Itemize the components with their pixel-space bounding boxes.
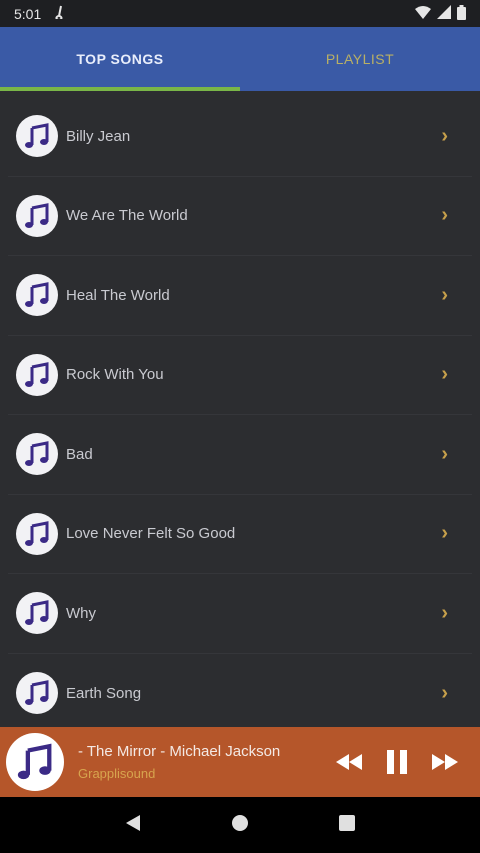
music-note-icon <box>16 274 58 317</box>
rewind-icon[interactable] <box>334 747 364 777</box>
song-list: Billy Jean › We Are The World › Heal The… <box>0 91 480 727</box>
system-nav-bar <box>0 797 480 853</box>
clock: 5:01 <box>14 5 42 22</box>
tab-playlist-label: PLAYLIST <box>325 51 395 67</box>
back-nav-icon[interactable] <box>124 813 142 838</box>
now-playing-bar[interactable]: - The Mirror - Michael Jackson Grappliso… <box>0 727 480 797</box>
song-title: Billy Jean <box>66 127 131 145</box>
song-title: We Are The World <box>66 207 188 225</box>
chevron-right-icon: › <box>441 124 448 147</box>
music-note-icon <box>16 115 58 158</box>
tab-playlist[interactable]: PLAYLIST <box>240 27 480 91</box>
wifi-icon <box>415 5 431 22</box>
song-row[interactable]: Rock With You › <box>8 336 472 415</box>
player-controls <box>334 747 480 777</box>
music-note-icon <box>16 194 58 237</box>
now-playing-title: - The Mirror - Michael Jackson <box>78 743 281 760</box>
music-note-icon <box>16 672 58 715</box>
recents-nav-icon[interactable] <box>338 814 356 837</box>
music-note-icon <box>16 433 58 476</box>
chevron-right-icon: › <box>441 601 448 624</box>
song-row[interactable]: Earth Song › <box>8 654 472 734</box>
chevron-right-icon: › <box>441 283 448 306</box>
song-title: Bad <box>66 445 93 463</box>
tab-bar: TOP SONGS PLAYLIST <box>0 27 480 91</box>
chevron-right-icon: › <box>441 522 448 545</box>
song-title: Heal The World <box>66 286 170 304</box>
signal-icon <box>437 5 451 22</box>
status-bar: 5:01 <box>0 0 480 27</box>
song-row[interactable]: Billy Jean › <box>8 97 472 177</box>
song-title: Why <box>66 604 96 622</box>
song-title: Earth Song <box>66 684 142 702</box>
chevron-right-icon: › <box>441 681 448 704</box>
tab-top-songs-label: TOP SONGS <box>76 51 164 67</box>
song-row[interactable]: We Are The World › <box>8 177 472 256</box>
song-row[interactable]: Bad › <box>8 415 472 495</box>
song-title: Rock With You <box>66 366 164 384</box>
notification-icon <box>53 5 65 22</box>
chevron-right-icon: › <box>441 204 448 227</box>
song-row[interactable]: Why › <box>8 574 472 654</box>
song-title: Love Never Felt So Good <box>66 525 236 543</box>
home-nav-icon[interactable] <box>230 813 250 838</box>
music-note-icon <box>16 353 58 396</box>
fast-forward-icon[interactable] <box>430 747 460 777</box>
now-playing-subtitle: Grapplisound <box>78 766 156 781</box>
battery-icon <box>457 4 466 23</box>
song-row[interactable]: Love Never Felt So Good › <box>8 495 472 574</box>
music-note-icon <box>16 592 58 635</box>
tab-top-songs[interactable]: TOP SONGS <box>0 27 240 91</box>
now-playing-info: - The Mirror - Michael Jackson Grappliso… <box>78 743 334 781</box>
song-row[interactable]: Heal The World › <box>8 256 472 336</box>
chevron-right-icon: › <box>441 442 448 465</box>
now-playing-music-note-icon <box>6 733 64 791</box>
music-note-icon <box>16 512 58 555</box>
pause-icon[interactable] <box>382 747 412 777</box>
chevron-right-icon: › <box>441 363 448 386</box>
